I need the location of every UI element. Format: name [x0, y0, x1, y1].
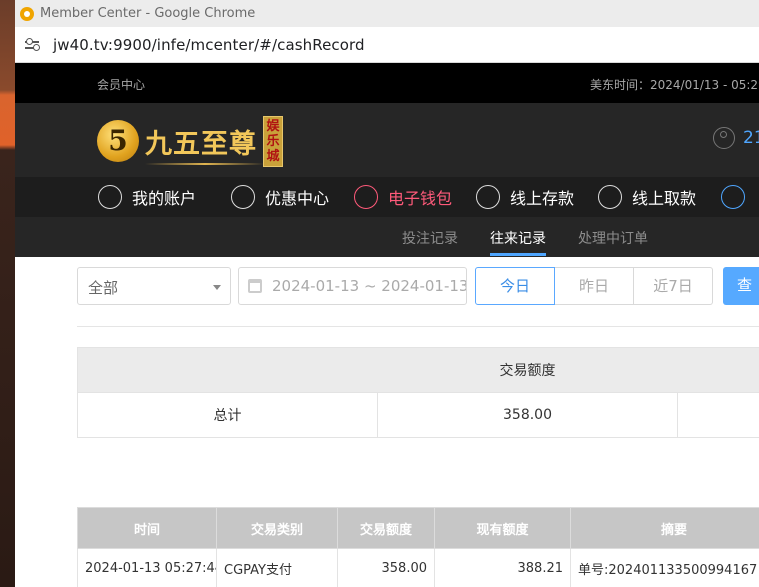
- today-button[interactable]: 今日: [475, 267, 555, 305]
- chevron-down-icon: [213, 285, 221, 290]
- user-icon: [98, 185, 122, 209]
- nav-promotions[interactable]: 优惠中心: [231, 177, 329, 217]
- nav-label: 线上存款: [510, 189, 575, 208]
- nav-online-withdraw[interactable]: 线上取款: [598, 177, 696, 217]
- last-7-days-button[interactable]: 近7日: [634, 267, 713, 305]
- partial-icon: [721, 185, 745, 209]
- yesterday-button[interactable]: 昨日: [555, 267, 634, 305]
- site-top-bar: 会员中心 美东时间：2024/01/13 - 05:29: [15, 63, 759, 103]
- eastern-time: 美东时间：2024/01/13 - 05:29: [590, 78, 759, 92]
- wallet-icon: [354, 185, 378, 209]
- nav-my-account[interactable]: 我的账户: [98, 177, 196, 217]
- tab-pending-orders[interactable]: 处理中订单: [578, 228, 648, 248]
- column-header-summary: 摘要: [570, 507, 759, 549]
- summary-total-label: 总计: [77, 392, 378, 438]
- address-bar[interactable]: jw40.tv:9900/infe/mcenter/#/cashRecord: [15, 27, 759, 63]
- logo-ornament: [145, 163, 265, 165]
- type-select[interactable]: 全部: [77, 267, 231, 305]
- logo-mark-icon: 5: [97, 120, 139, 162]
- user-balance: 21: [743, 128, 759, 148]
- nav-label: 线上取款: [632, 189, 697, 208]
- table-row: 2024-01-13 05:27:44 CGPAY支付 358.00 388.2…: [77, 548, 759, 587]
- date-range-input[interactable]: 2024-01-13 ~ 2024-01-13: [238, 267, 467, 305]
- column-header-time: 时间: [77, 507, 217, 549]
- divider: [77, 326, 759, 327]
- nav-label: 电子钱包: [388, 189, 453, 208]
- summary-header-blank: [77, 347, 378, 393]
- nav-more[interactable]: [721, 177, 755, 217]
- user-avatar-icon[interactable]: [713, 127, 735, 149]
- main-nav: 我的账户 优惠中心 电子钱包 线上存款 线上取款: [15, 177, 759, 217]
- summary-cell: [677, 392, 759, 438]
- cell-balance: 388.21: [434, 548, 571, 587]
- cell-summary: 单号:202401133500994167: [570, 548, 759, 587]
- site-header: 5 九五至尊 娱乐城 21: [15, 103, 759, 177]
- column-header-type: 交易类别: [216, 507, 338, 549]
- site-logo[interactable]: 5 九五至尊 娱乐城: [97, 113, 283, 169]
- summary-header-blank: [677, 347, 759, 393]
- date-range-value: 2024-01-13 ~ 2024-01-13: [272, 277, 467, 295]
- gift-icon: [231, 185, 255, 209]
- deposit-icon: [476, 185, 500, 209]
- column-header-amount: 交易额度: [337, 507, 435, 549]
- column-header-balance: 现有额度: [434, 507, 571, 549]
- browser-window: Member Center - Google Chrome jw40.tv:99…: [15, 0, 759, 587]
- member-center-link[interactable]: 会员中心: [97, 76, 145, 93]
- nav-online-deposit[interactable]: 线上存款: [476, 177, 574, 217]
- tab-transaction-records[interactable]: 往来记录: [490, 228, 546, 248]
- sub-nav: 投注记录 往来记录 处理中订单: [15, 217, 759, 257]
- desktop-background: [0, 0, 15, 587]
- nav-label: 优惠中心: [265, 189, 330, 208]
- window-title: Member Center - Google Chrome: [40, 6, 256, 21]
- withdraw-icon: [598, 185, 622, 209]
- nav-e-wallet[interactable]: 电子钱包: [354, 177, 452, 217]
- site-settings-icon[interactable]: [25, 37, 41, 52]
- url-text[interactable]: jw40.tv:9900/infe/mcenter/#/cashRecord: [53, 36, 365, 54]
- summary-table: 交易额度 总计 358.00: [77, 347, 759, 438]
- chrome-icon: [20, 6, 34, 21]
- records-table: 时间 交易类别 交易额度 现有额度 摘要 2024-01-13 05:27:44…: [77, 507, 759, 587]
- nav-label: 我的账户: [132, 189, 197, 208]
- title-bar: Member Center - Google Chrome: [15, 0, 759, 27]
- active-tab-indicator: [490, 253, 546, 256]
- logo-badge: 娱乐城: [263, 115, 283, 167]
- logo-text: 九五至尊: [145, 128, 257, 160]
- tab-bet-records[interactable]: 投注记录: [402, 228, 458, 248]
- cell-time: 2024-01-13 05:27:44: [77, 548, 217, 587]
- cell-type: CGPAY支付: [216, 548, 338, 587]
- summary-total-value: 358.00: [377, 392, 678, 438]
- calendar-icon: [248, 279, 262, 293]
- user-area[interactable]: 21: [713, 127, 759, 149]
- type-select-value: 全部: [88, 279, 119, 297]
- search-button[interactable]: 查: [723, 267, 759, 305]
- cell-amount: 358.00: [337, 548, 435, 587]
- summary-header: 交易额度: [377, 347, 678, 393]
